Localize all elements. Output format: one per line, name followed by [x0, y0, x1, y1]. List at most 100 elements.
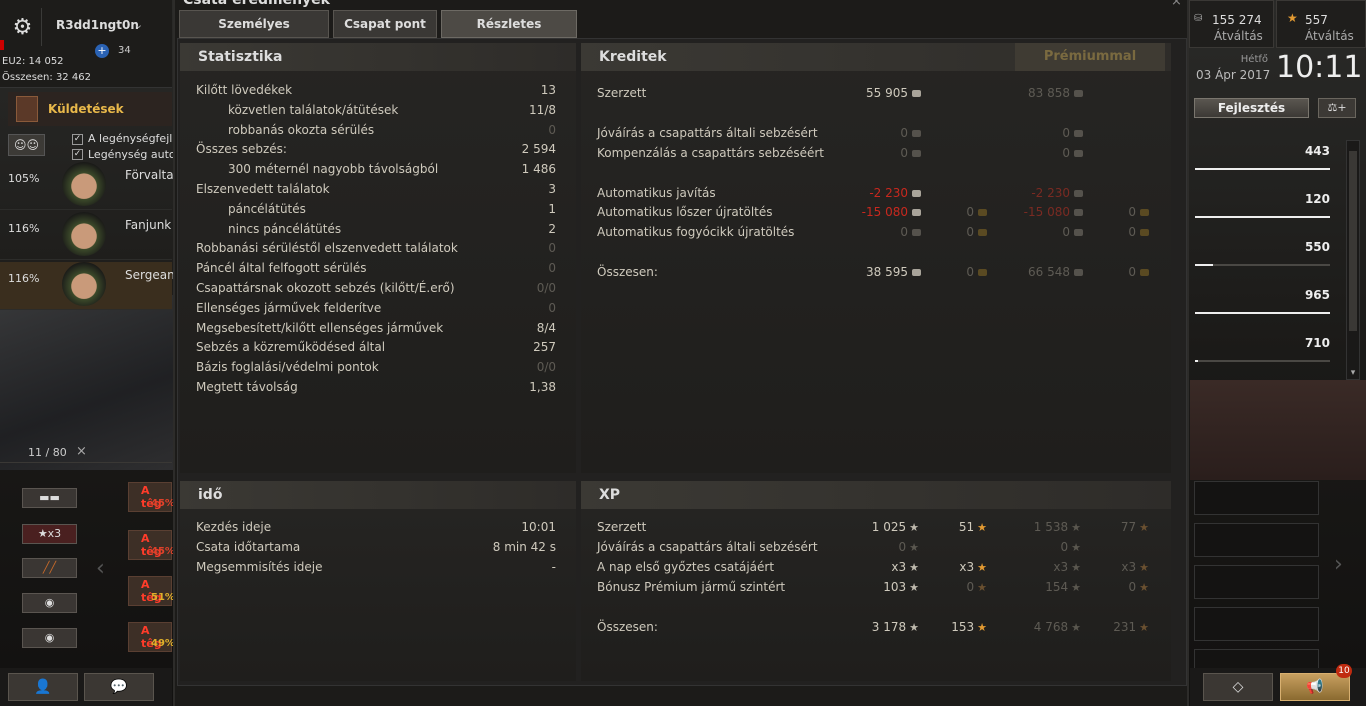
stat-value: 0/0: [536, 281, 556, 295]
value-text: 0: [900, 126, 908, 140]
plus-icon[interactable]: +: [95, 44, 109, 58]
stat-value: 2 594: [521, 142, 556, 157]
gear-icon[interactable]: ⚙: [4, 8, 42, 46]
credit-label: Kompenzálás a csapattárs sebzéséért: [597, 146, 825, 160]
scroll-right-icon[interactable]: ›: [1334, 552, 1343, 577]
vehicle-winrate: 51%: [151, 592, 175, 603]
stat-label: Bázis foglalási/védelmi pontok: [196, 360, 379, 375]
stat-label: 300 méternél nagyobb távolságból: [228, 162, 439, 177]
xp-row: A nap első győztes csatájáért x3 ★ x3 ★ x3 ★ x3…: [597, 557, 1157, 577]
stat-row: Ellenséges járművek felderítve 0: [196, 298, 556, 318]
credits-exchange-link[interactable]: Átváltás: [1214, 29, 1263, 43]
vehicle-stat-bar-fill: [1195, 264, 1213, 266]
vehicle-stat-bar-fill: [1195, 312, 1330, 314]
vehicle-stat-value: 443: [1304, 144, 1330, 158]
crew-option-checkbox-1[interactable]: ✓: [72, 134, 83, 145]
free-xp-icon: ★: [1139, 581, 1149, 594]
stat-value: 13: [540, 83, 556, 97]
free-xp-value: 0 ★: [1039, 577, 1149, 598]
xp-label: Jóváírás a csapattárs általi sebzésért: [597, 540, 818, 554]
vehicle-count: 11 / 80: [28, 446, 67, 459]
stat-label: Megtett távolság: [196, 380, 298, 394]
credit-row: Jóváírás a csapattárs általi sebzésért 0 0: [597, 123, 1157, 143]
time-label: Csata időtartama: [196, 540, 301, 554]
crew-member[interactable]: 116% Sergean: [0, 262, 175, 310]
xp-row: Összesen: 3 178 ★ 153 ★ 4 768 ★ 231 ★: [597, 617, 1157, 637]
scrollbar-thumb[interactable]: [1349, 151, 1357, 331]
credit-value: 0: [801, 143, 921, 163]
stat-label: Megsebesített/kilőtt ellenséges járművek: [196, 320, 444, 335]
crew-option-checkbox-2[interactable]: ✓: [72, 149, 83, 160]
stat-value: 8/4: [536, 320, 556, 335]
user-panel: ⚙ R3dd1ngt0n ⌄ + 34 EU2: 14 052 Összesen…: [0, 0, 172, 88]
filter-x3-button[interactable]: ★x3: [22, 524, 77, 544]
time-row: Kezdés ideje 10:01: [196, 517, 556, 537]
garage-scene-right: [1190, 380, 1366, 480]
slot-box[interactable]: [1194, 649, 1319, 669]
credit-row: Összesen: 38 595 0 66 548 0: [597, 262, 1157, 282]
time-value: 8 min 42 s: [492, 540, 556, 554]
credits-icon: ⛁: [1194, 13, 1203, 24]
gold-icon: [1140, 229, 1149, 236]
tab-detailed[interactable]: Részletes jelentés: [441, 10, 577, 57]
gold-panel[interactable]: ★ 557 Átváltás: [1276, 0, 1366, 48]
stat-value: 257: [533, 340, 556, 355]
close-icon[interactable]: ×: [76, 444, 87, 459]
slot-box[interactable]: [1194, 565, 1319, 599]
vehicle-card[interactable]: A têg 49%: [128, 622, 175, 652]
platoon-button[interactable]: ◇: [1203, 673, 1273, 701]
scroll-left-icon[interactable]: ‹: [96, 556, 105, 581]
tab-team[interactable]: Csapat pont: [333, 10, 437, 38]
credits-icon: [912, 190, 921, 197]
vehicle-card[interactable]: A têg 51%: [128, 576, 175, 606]
slot-box[interactable]: [1194, 481, 1319, 515]
crew-member[interactable]: 105% Förvalta: [0, 162, 174, 210]
stat-value: 1 486: [521, 162, 556, 177]
crew-member[interactable]: 116% Fanjunk: [0, 212, 172, 260]
battle-results-dialog: Csata eredmények × Személyes eredmény Cs…: [173, 0, 1189, 706]
gold-exchange-link[interactable]: Átváltás: [1305, 29, 1354, 43]
xp-value: 0 ★: [971, 537, 1081, 558]
slot-box[interactable]: [1194, 523, 1319, 557]
missions-icon: [16, 96, 38, 122]
premium-icon: ◉: [44, 596, 55, 609]
filter-rented-button[interactable]: ◉: [22, 628, 77, 648]
close-icon[interactable]: ×: [1171, 0, 1182, 9]
credit-label: Összesen:: [597, 265, 658, 279]
gold-icon: [1140, 209, 1149, 216]
credits-panel[interactable]: ⛁ 155 274 Átváltás: [1189, 0, 1274, 48]
credit-value: -2 230: [801, 183, 921, 203]
crew-portrait: [62, 262, 106, 306]
chat-button[interactable]: 💬: [84, 673, 154, 701]
upgrade-button[interactable]: Fejlesztés: [1194, 98, 1309, 118]
vehicle-card[interactable]: A têg 45%: [128, 482, 175, 512]
credits-icon: [912, 90, 921, 97]
value-text: 0: [1060, 540, 1069, 554]
scroll-down-icon[interactable]: ▾: [1346, 368, 1360, 380]
vehicle-winrate: 49%: [151, 638, 175, 649]
xp-value: 0 ★: [809, 537, 919, 558]
profile-button[interactable]: 👤: [8, 673, 78, 701]
xp-header: XP: [581, 481, 1171, 509]
crew-button[interactable]: ☺☺: [8, 134, 45, 156]
stat-value: 3: [548, 182, 556, 196]
vehicle-winrate: 45%: [151, 498, 175, 509]
compare-button[interactable]: ⚖+: [1318, 98, 1356, 118]
credit-row: Automatikus javítás -2 230 -2 230: [597, 183, 1157, 203]
xp-label: Összesen:: [597, 620, 658, 634]
filter-premium-button[interactable]: ◉: [22, 593, 77, 613]
xp-row: Jóváírás a csapattárs általi sebzésért 0 ★…: [597, 537, 1157, 557]
slot-box[interactable]: [1194, 607, 1319, 641]
vehicle-card[interactable]: A têg 45%: [128, 530, 175, 560]
chevron-down-icon[interactable]: ⌄: [134, 18, 143, 31]
filter-tank-button[interactable]: ▬▬: [22, 488, 77, 508]
credit-row: Szerzett 55 905 83 858: [597, 83, 1157, 103]
vehicle-stat-bar-fill: [1195, 168, 1330, 170]
tab-personal[interactable]: Személyes eredmény: [179, 10, 329, 57]
crew-skill-pct: 116%: [8, 272, 40, 285]
missions-button[interactable]: Küldetések: [8, 92, 172, 126]
filter-stripe-button[interactable]: ╱╱: [22, 558, 77, 578]
username[interactable]: R3dd1ngt0n: [56, 18, 139, 32]
scrollbar[interactable]: [1346, 140, 1360, 380]
stat-row: közvetlen találatok/átütések 11/8: [196, 100, 556, 120]
